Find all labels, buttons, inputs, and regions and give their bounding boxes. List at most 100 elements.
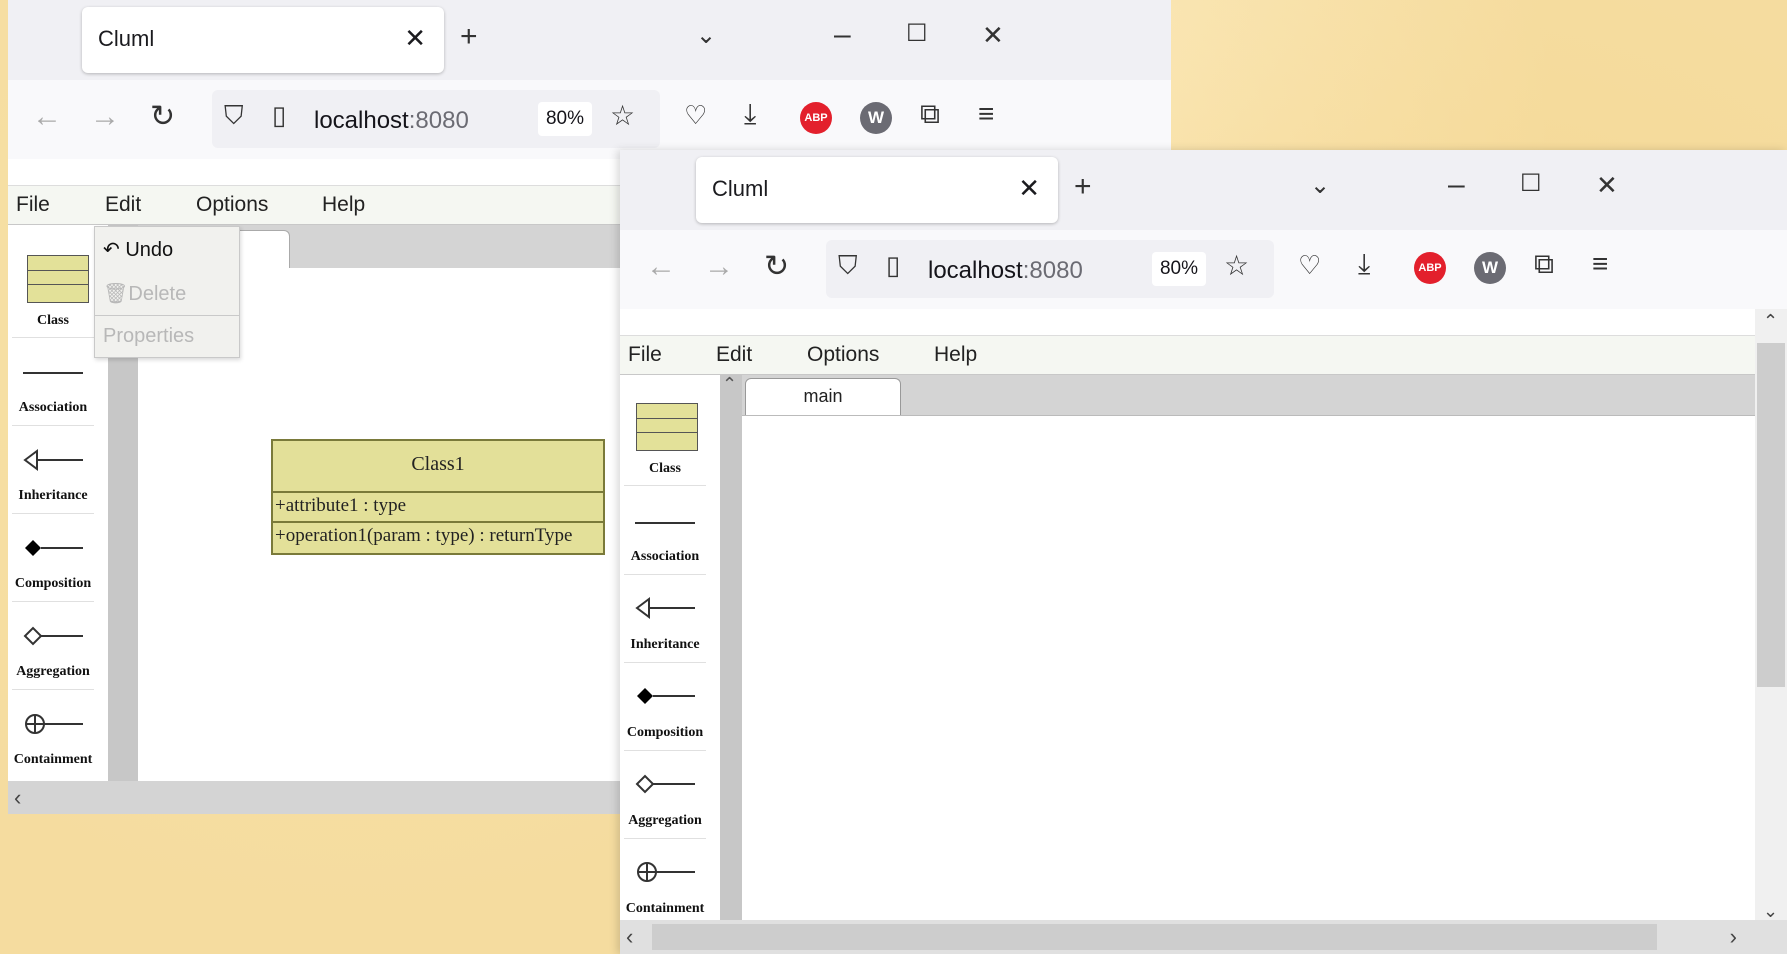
palette-label-aggregation[interactable]: Aggregation xyxy=(8,664,98,680)
minimize-icon[interactable]: – xyxy=(834,20,851,50)
palette-label-class[interactable]: Class xyxy=(8,313,98,329)
close-window-icon[interactable]: ✕ xyxy=(1596,172,1618,198)
shield-icon[interactable]: ⛉ xyxy=(838,252,858,278)
zoom-level[interactable]: 80% xyxy=(538,102,592,136)
menu-file[interactable]: File xyxy=(628,343,662,367)
menu-help[interactable]: Help xyxy=(934,343,977,367)
palette-label-inheritance[interactable]: Inheritance xyxy=(8,488,98,504)
close-icon[interactable]: ✕ xyxy=(404,23,426,54)
palette-label-inheritance[interactable]: Inheritance xyxy=(620,637,710,653)
close-icon[interactable]: ✕ xyxy=(1018,173,1040,204)
horizontal-scrollbar[interactable]: ‹ › xyxy=(620,920,1787,954)
maximize-icon[interactable]: ☐ xyxy=(906,22,928,46)
scrollbar-thumb[interactable] xyxy=(1757,343,1785,687)
browser-tab[interactable]: Cluml ✕ xyxy=(82,7,444,73)
hamburger-menu-icon[interactable]: ≡ xyxy=(978,100,994,128)
page-icon: ▯ xyxy=(272,100,287,130)
close-window-icon[interactable]: ✕ xyxy=(982,22,1004,48)
menu-help[interactable]: Help xyxy=(322,193,365,217)
uml-class-box[interactable]: Class1 +attribute1 : type +operation1(pa… xyxy=(271,439,605,555)
minimize-icon[interactable]: – xyxy=(1448,170,1465,200)
forward-arrow-icon[interactable]: → xyxy=(704,252,734,282)
palette-label-class[interactable]: Class xyxy=(620,461,710,477)
inheritance-tool-icon[interactable] xyxy=(8,447,98,478)
menu-edit[interactable]: Edit xyxy=(716,343,752,367)
star-icon[interactable]: ☆ xyxy=(1224,252,1249,280)
download-icon[interactable]: ⤓ xyxy=(744,100,756,128)
tab-main[interactable]: main xyxy=(745,378,901,416)
scroll-up-icon[interactable]: ⌃ xyxy=(1763,311,1778,332)
tool-palette: Class Association Inheritance Compositio… xyxy=(8,225,98,781)
w-extension-icon[interactable]: W xyxy=(1474,252,1506,284)
palette-label-composition[interactable]: Composition xyxy=(8,576,98,592)
composition-tool-icon[interactable] xyxy=(620,683,710,714)
vertical-scrollbar[interactable]: ⌃ ⌄ xyxy=(1755,309,1787,929)
scroll-left-icon[interactable]: ‹ xyxy=(626,924,633,950)
chevron-down-icon[interactable]: ⌄ xyxy=(696,24,716,48)
url-text[interactable]: localhost:8080 xyxy=(314,107,469,135)
pocket-icon[interactable]: ♡ xyxy=(1298,252,1321,278)
w-extension-icon[interactable]: W xyxy=(860,102,892,134)
hamburger-menu-icon[interactable]: ≡ xyxy=(1592,250,1608,278)
url-bar[interactable]: ⛉ ▯ localhost:8080 80% ☆ xyxy=(212,90,660,148)
aggregation-tool-icon[interactable] xyxy=(8,623,98,654)
class-tool-icon[interactable] xyxy=(27,255,89,303)
menu-file[interactable]: File xyxy=(16,193,50,217)
star-icon[interactable]: ☆ xyxy=(610,102,635,130)
scroll-up-icon[interactable]: ⌃ xyxy=(722,374,737,395)
scroll-right-icon[interactable]: › xyxy=(1730,924,1737,950)
extensions-icon[interactable]: ⧉ xyxy=(1534,250,1554,278)
palette-label-association[interactable]: Association xyxy=(8,400,98,416)
shield-icon[interactable]: ⛉ xyxy=(224,102,244,128)
palette-label-containment[interactable]: Containment xyxy=(8,752,98,768)
menu-edit[interactable]: Edit xyxy=(105,193,141,217)
url-text[interactable]: localhost:8080 xyxy=(928,257,1083,285)
inheritance-tool-icon[interactable] xyxy=(620,595,710,626)
adblock-icon[interactable]: ABP xyxy=(1414,252,1446,284)
class-tool-icon[interactable] xyxy=(636,403,698,451)
menu-options[interactable]: Options xyxy=(196,193,268,217)
plus-icon[interactable]: + xyxy=(1074,172,1092,202)
undo-icon: ↶ xyxy=(103,239,126,261)
plus-icon[interactable]: + xyxy=(460,22,478,52)
extensions-icon[interactable]: ⧉ xyxy=(920,100,940,128)
scroll-left-icon[interactable]: ‹ xyxy=(14,785,21,811)
canvas[interactable] xyxy=(742,415,1755,921)
tool-palette: Class Association Inheritance Compositio… xyxy=(620,375,710,920)
zoom-level[interactable]: 80% xyxy=(1152,252,1206,286)
url-bar[interactable]: ⛉ ▯ localhost:8080 80% ☆ xyxy=(826,240,1274,298)
app-menu-bar: File Edit Options Help xyxy=(620,336,1755,375)
maximize-icon[interactable]: ☐ xyxy=(1520,172,1542,196)
scroll-down-icon[interactable]: ⌄ xyxy=(1763,901,1778,922)
containment-tool-icon[interactable] xyxy=(8,711,98,742)
menu-item-undo[interactable]: ↶ Undo xyxy=(103,237,173,262)
aggregation-tool-icon[interactable] xyxy=(620,771,710,802)
back-arrow-icon[interactable]: ← xyxy=(646,252,676,282)
scrollbar-thumb[interactable] xyxy=(652,924,1657,950)
palette-label-aggregation[interactable]: Aggregation xyxy=(620,813,710,829)
composition-tool-icon[interactable] xyxy=(8,535,98,566)
palette-label-containment[interactable]: Containment xyxy=(620,901,710,917)
chevron-down-icon[interactable]: ⌄ xyxy=(1310,174,1330,198)
reload-icon[interactable]: ↻ xyxy=(764,252,789,282)
reload-icon[interactable]: ↻ xyxy=(150,102,175,132)
containment-tool-icon[interactable] xyxy=(620,859,710,890)
page-icon: ▯ xyxy=(886,250,901,280)
menu-item-delete[interactable]: 🗑︎Delete xyxy=(103,281,186,306)
association-tool-icon[interactable] xyxy=(8,365,98,383)
browser-tab[interactable]: Cluml ✕ xyxy=(696,157,1058,223)
palette-label-composition[interactable]: Composition xyxy=(620,725,710,741)
association-tool-icon[interactable] xyxy=(620,515,710,533)
nav-bar: ← → ↻ ⛉ ▯ localhost:8080 80% ☆ ♡ ⤓ ABP W… xyxy=(8,80,1171,159)
download-icon[interactable]: ⤓ xyxy=(1358,250,1370,278)
forward-arrow-icon[interactable]: → xyxy=(90,102,120,132)
uml-attribute: +attribute1 : type xyxy=(275,495,407,516)
menu-item-properties[interactable]: Properties xyxy=(103,325,194,348)
pocket-icon[interactable]: ♡ xyxy=(684,102,707,128)
palette-label-association[interactable]: Association xyxy=(620,549,710,565)
adblock-icon[interactable]: ABP xyxy=(800,102,832,134)
menu-options[interactable]: Options xyxy=(807,343,879,367)
tab-title: Cluml xyxy=(98,26,155,51)
uml-class-name: Class1 xyxy=(411,453,465,475)
back-arrow-icon[interactable]: ← xyxy=(32,102,62,132)
